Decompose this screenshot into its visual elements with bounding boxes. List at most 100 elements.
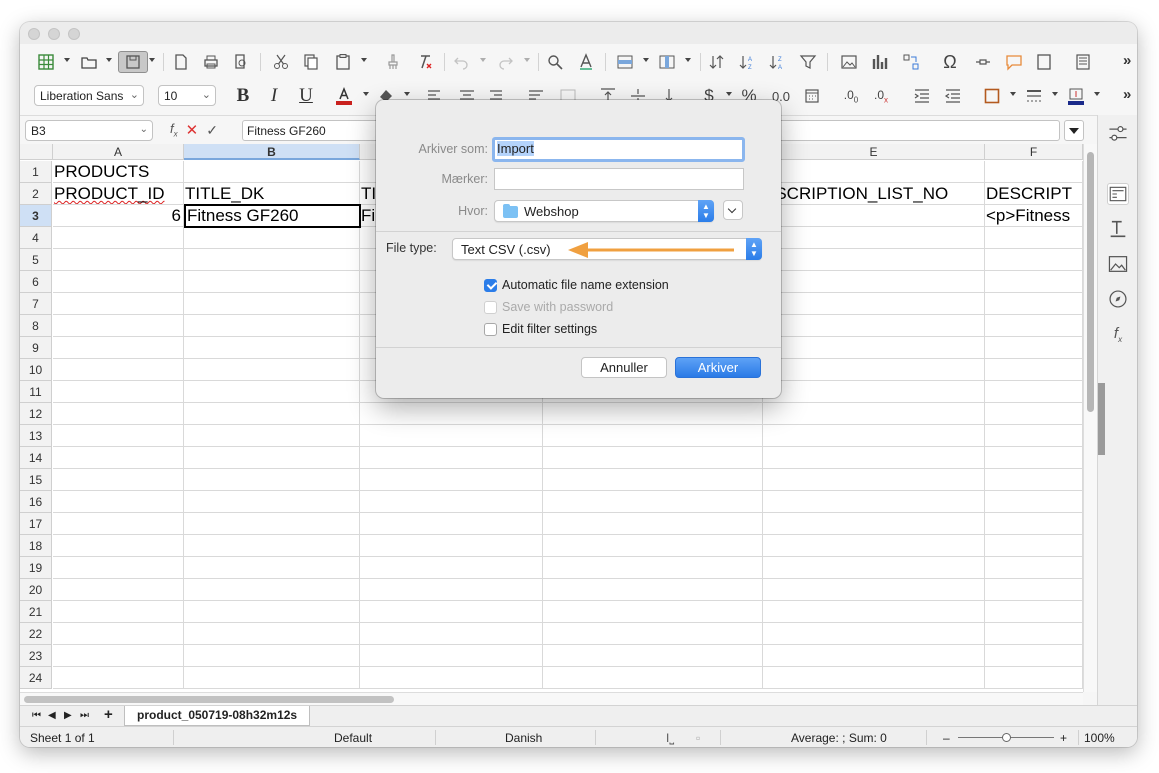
language[interactable]: Danish [505,731,542,745]
cell[interactable] [985,579,1083,601]
open-dropdown[interactable] [106,58,112,64]
row-header[interactable]: 14 [20,447,52,469]
print-icon[interactable] [200,51,222,73]
cell[interactable] [543,425,763,447]
open-icon[interactable] [78,51,100,73]
edit-filter-checkbox[interactable]: Edit filter settings [484,322,597,336]
save-as-input[interactable]: Import [492,137,745,162]
print-preview-icon[interactable] [230,51,252,73]
pivot-table-icon[interactable] [900,51,922,73]
horizontal-scrollbar[interactable] [20,692,1083,705]
clone-formatting-icon[interactable] [382,51,404,73]
row-header[interactable]: 23 [20,645,52,667]
insert-image-icon[interactable] [838,51,860,73]
cancel-icon[interactable]: ✕ [186,121,199,139]
cell[interactable] [763,337,985,359]
cell[interactable] [985,161,1083,183]
cell[interactable] [360,557,543,579]
function-wizard-icon[interactable]: fx [170,121,178,139]
cell[interactable] [360,601,543,623]
column-header[interactable]: B [184,144,360,160]
cell[interactable]: ESCRIPTION_LIST_NO [763,183,985,205]
cell[interactable] [985,535,1083,557]
headers-footers-icon[interactable] [1033,51,1055,73]
cell[interactable] [360,513,543,535]
cell[interactable] [184,227,360,249]
comment-icon[interactable] [1003,51,1025,73]
cell[interactable] [543,645,763,667]
sort-descending-icon[interactable]: ZA [766,51,788,73]
cell[interactable] [53,381,184,403]
cell[interactable] [53,315,184,337]
row-header[interactable]: 11 [20,381,52,403]
cell[interactable] [184,645,360,667]
cell[interactable] [763,447,985,469]
cell[interactable] [985,227,1083,249]
cell[interactable] [53,337,184,359]
row-header[interactable]: 19 [20,557,52,579]
cell[interactable] [184,447,360,469]
cell[interactable] [184,293,360,315]
currency-dropdown[interactable] [726,92,732,98]
spelling-icon[interactable] [575,51,597,73]
cell[interactable] [763,601,985,623]
cell[interactable] [985,667,1083,689]
cell[interactable] [360,447,543,469]
cell[interactable] [985,293,1083,315]
cell[interactable]: 6 [53,205,184,227]
cell[interactable] [763,535,985,557]
functions-icon[interactable]: fx [1107,323,1129,345]
cell[interactable] [53,645,184,667]
cell[interactable] [763,315,985,337]
cell[interactable] [184,271,360,293]
cell[interactable] [543,667,763,689]
sort-ascending-icon[interactable]: AZ [736,51,758,73]
cell[interactable] [360,645,543,667]
clear-formatting-icon[interactable] [414,51,436,73]
auto-extension-checkbox[interactable]: Automatic file name extension [484,278,669,292]
cell[interactable] [53,403,184,425]
cell[interactable] [763,425,985,447]
cell[interactable]: <p>Fitness [985,205,1083,227]
cell[interactable] [184,623,360,645]
cell[interactable] [763,249,985,271]
decrease-indent-icon[interactable] [942,85,964,107]
cell[interactable] [763,491,985,513]
cell[interactable]: DESCRIPT [985,183,1083,205]
cell[interactable] [763,271,985,293]
cell[interactable] [985,447,1083,469]
save-icon[interactable] [118,51,148,73]
expand-dialog-button[interactable] [723,200,743,220]
cell[interactable] [985,491,1083,513]
delete-decimal-icon[interactable]: .0x [870,85,892,107]
font-color-dropdown[interactable] [363,92,369,98]
redo-icon[interactable] [495,51,517,73]
cell[interactable] [543,557,763,579]
cell[interactable] [184,161,360,183]
cell[interactable] [763,381,985,403]
save-button[interactable]: Arkiver [675,357,761,378]
cell[interactable] [543,623,763,645]
background-color-dropdown[interactable] [404,92,410,98]
next-sheet-icon[interactable]: ▶ [64,710,72,721]
cell[interactable] [53,491,184,513]
row-header[interactable]: 5 [20,249,52,271]
cell[interactable] [53,623,184,645]
active-cell[interactable]: Fitness GF260 [184,204,361,228]
add-decimal-icon[interactable]: .00 [840,85,862,107]
save-dropdown[interactable] [149,58,155,64]
cell[interactable] [543,403,763,425]
cell[interactable] [53,293,184,315]
increase-indent-icon[interactable] [911,85,933,107]
paste-dropdown[interactable] [361,58,367,64]
row-dropdown[interactable] [643,58,649,64]
row-header[interactable]: 3 [20,205,52,227]
cell[interactable] [360,623,543,645]
cell[interactable] [763,205,985,227]
expand-formula-bar-button[interactable] [1064,120,1084,141]
cell[interactable] [985,315,1083,337]
cell[interactable] [184,557,360,579]
cell[interactable] [360,425,543,447]
underline-icon[interactable]: U [295,85,317,107]
cell[interactable] [184,513,360,535]
